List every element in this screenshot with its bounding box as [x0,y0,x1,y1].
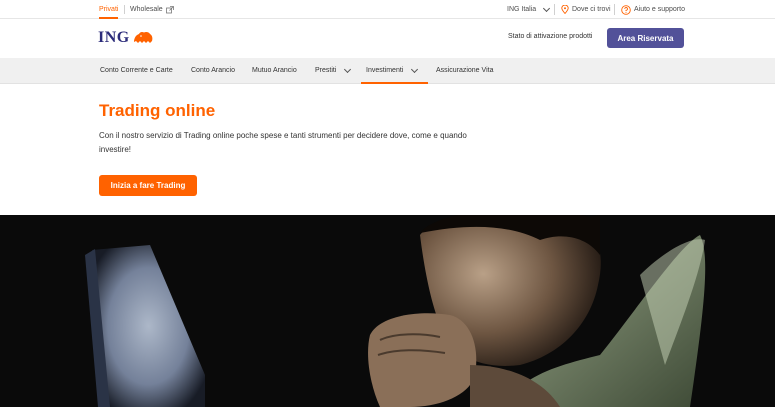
nav-item-label: Conto Corrente e Carte [100,67,173,74]
page-title: Trading online [99,101,216,120]
top-utility-bar: Privati Wholesale ING Italia Dove ci tro… [0,0,775,19]
aiuto-supporto-link[interactable]: Aiuto e supporto [621,0,685,19]
nav-item-mutuo-arancio[interactable]: Mutuo Arancio [252,58,297,84]
chevron-down-icon [543,4,551,12]
nav-item-label: Assicurazione Vita [436,67,494,74]
chevron-down-icon [344,65,352,74]
chevron-down-icon [411,65,419,74]
nav-item-assicurazione-vita[interactable]: Assicurazione Vita [436,58,493,84]
external-link-icon [165,5,174,13]
wholesale-label: Wholesale [130,6,163,13]
nav-active-indicator [361,82,428,84]
topbar-divider [554,4,555,15]
aiuto-supporto-label: Aiuto e supporto [634,6,685,13]
wholesale-link[interactable]: Wholesale [130,0,174,19]
nav-item-label: Prestiti [315,67,337,74]
logo-text: ING [98,29,130,46]
hero-photo-illustration [0,215,775,407]
ing-lion-icon [133,32,153,43]
main-nav: Conto Corrente e Carte Conto Arancio Mut… [0,58,775,84]
nav-item-investimenti[interactable]: Investimenti [366,58,419,84]
topbar-separator [124,5,125,14]
hero-section: Trading online Con il nostro servizio di… [0,85,775,215]
nav-item-label: Conto Arancio [191,67,235,74]
location-pin-icon [561,5,569,14]
inizia-trading-button[interactable]: Inizia a fare Trading [99,175,197,196]
dove-ci-trovi-label: Dove ci trovi [572,6,611,13]
dove-ci-trovi-link[interactable]: Dove ci trovi [561,0,611,19]
nav-item-label: Investimenti [366,67,404,74]
ing-logo[interactable]: ING [98,29,154,47]
area-riservata-button[interactable]: Area Riservata [607,28,684,48]
nav-item-prestiti[interactable]: Prestiti [315,58,352,84]
nav-item-conto-corrente[interactable]: Conto Corrente e Carte [100,58,173,84]
topbar-divider [614,4,615,15]
ing-italia-label: ING Italia [507,6,537,13]
help-circle-icon [621,4,631,15]
stato-attivazione-link[interactable]: Stato di attivazione prodotti [508,33,592,40]
hero-photo [0,215,775,407]
hero-description: Con il nostro servizio di Trading online… [99,131,467,154]
main-header: ING Stato di attivazione prodotti Area R… [0,19,775,58]
nav-item-conto-arancio[interactable]: Conto Arancio [191,58,235,84]
ing-italia-dropdown[interactable]: ING Italia [507,0,551,19]
nav-item-label: Mutuo Arancio [252,67,297,74]
